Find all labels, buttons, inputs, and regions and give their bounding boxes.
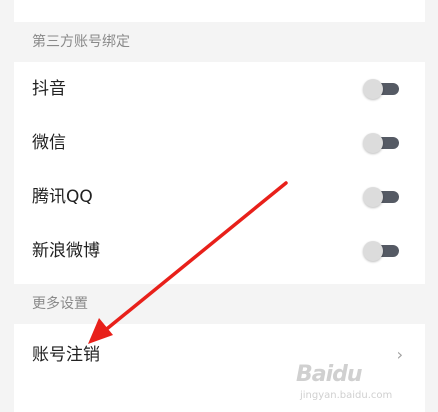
- section-title-more: 更多设置: [32, 296, 88, 312]
- row-label-douyin: 抖音: [32, 79, 66, 99]
- settings-page: 第三方账号绑定 抖音 微信 腾讯QQ 新浪微博 更多设置 账号注销 ›: [14, 0, 425, 412]
- row-label-qq: 腾讯QQ: [32, 187, 93, 207]
- section-title-third-party: 第三方账号绑定: [32, 34, 130, 50]
- section-header-more: 更多设置: [14, 284, 425, 324]
- baidu-watermark-logo: Baidu jingyan.baidu.com: [296, 360, 436, 408]
- toggle-knob: [363, 133, 383, 153]
- toggle-douyin[interactable]: [363, 79, 399, 99]
- row-label-weibo: 新浪微博: [32, 241, 100, 261]
- row-label-wechat: 微信: [32, 133, 66, 153]
- toggle-weibo[interactable]: [363, 241, 399, 261]
- toggle-wechat[interactable]: [363, 133, 399, 153]
- row-weibo[interactable]: 新浪微博: [14, 224, 425, 278]
- watermark-subtext: jingyan.baidu.com: [300, 390, 393, 401]
- row-wechat[interactable]: 微信: [14, 116, 425, 170]
- row-qq[interactable]: 腾讯QQ: [14, 170, 425, 224]
- toggle-knob: [363, 79, 383, 99]
- row-douyin[interactable]: 抖音: [14, 62, 425, 116]
- watermark-brand: Baidu: [296, 362, 363, 387]
- toggle-qq[interactable]: [363, 187, 399, 207]
- section-header-third-party: 第三方账号绑定: [14, 22, 425, 62]
- row-label-account-deletion: 账号注销: [32, 345, 100, 365]
- toggle-knob: [363, 241, 383, 261]
- toggle-knob: [363, 187, 383, 207]
